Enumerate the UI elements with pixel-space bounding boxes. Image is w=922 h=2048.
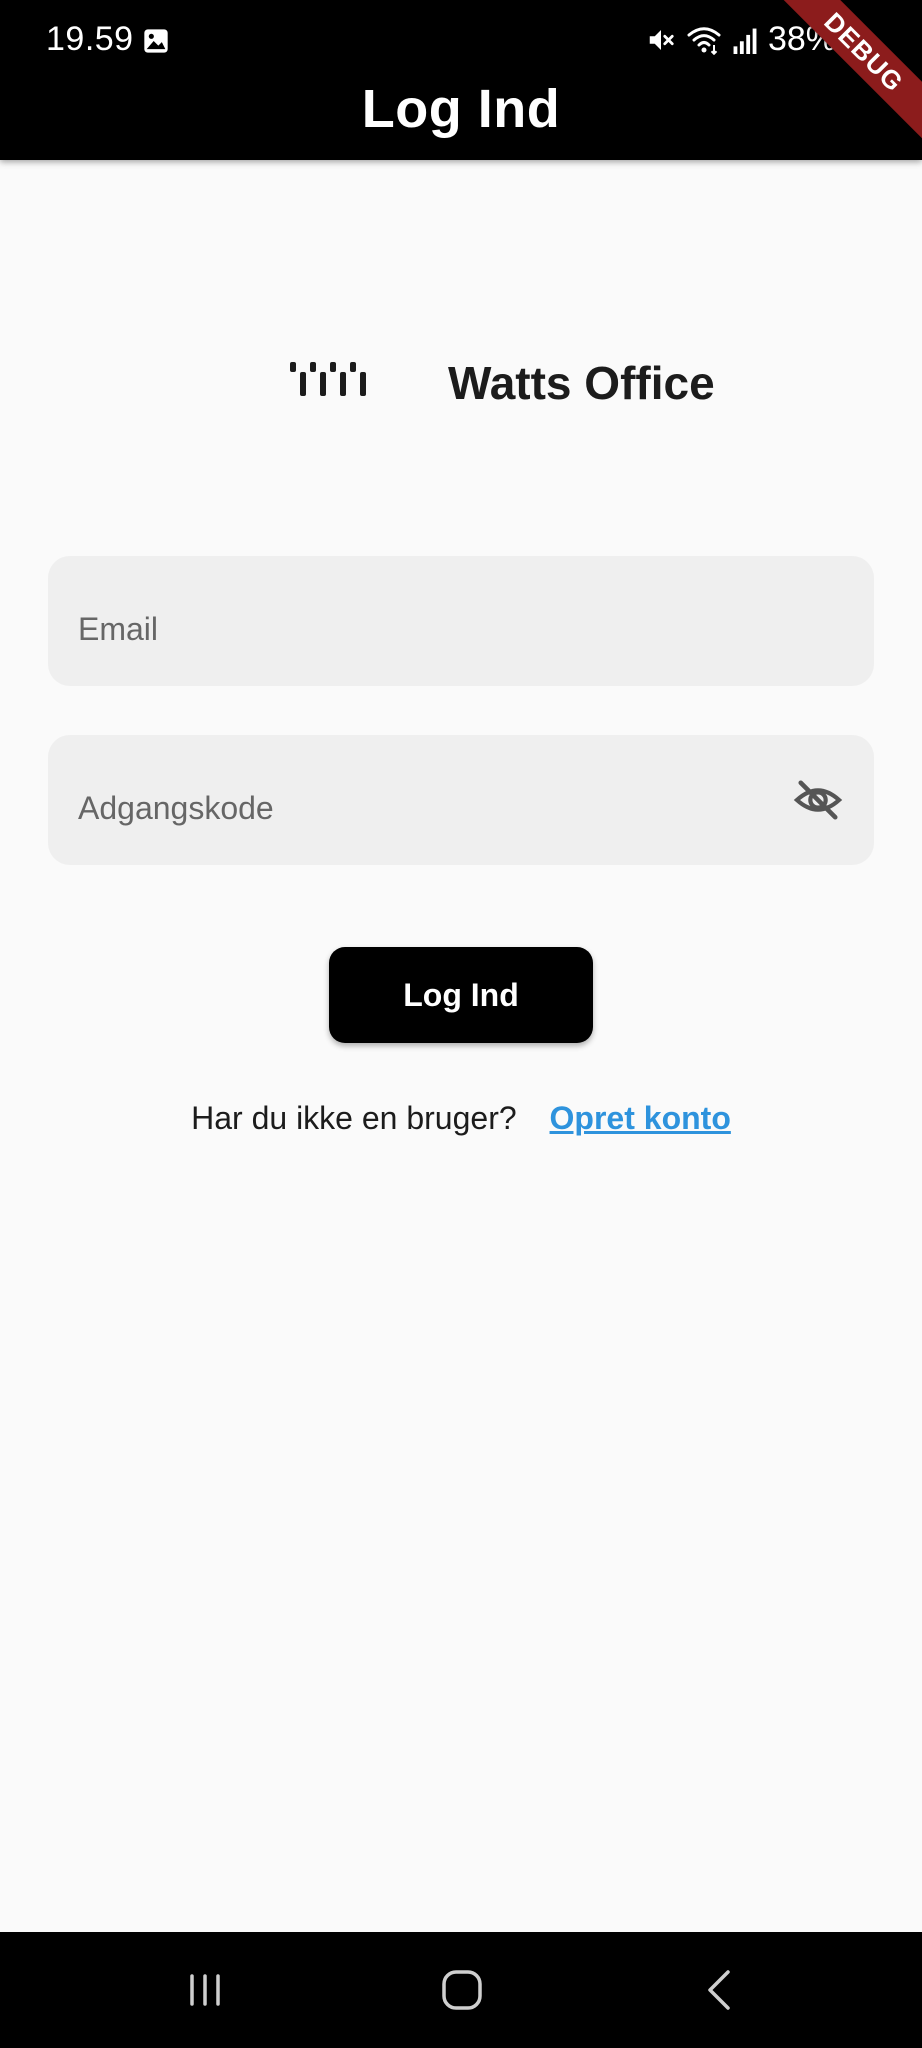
status-indicators: 38% bbox=[646, 20, 836, 59]
email-field[interactable] bbox=[78, 604, 764, 654]
login-button[interactable]: Log Ind bbox=[329, 947, 593, 1043]
email-field-container bbox=[48, 556, 874, 686]
signal-icon bbox=[733, 28, 757, 54]
visibility-off-icon[interactable] bbox=[792, 777, 844, 823]
home-icon[interactable] bbox=[432, 1960, 492, 2020]
watts-logo-icon bbox=[290, 362, 366, 396]
gallery-icon bbox=[144, 29, 168, 53]
back-icon[interactable] bbox=[690, 1960, 750, 2020]
login-screen: 19.59 38% Log Ind DEBUG Watts Office Ema… bbox=[0, 0, 922, 2048]
page-title: Log Ind bbox=[361, 79, 561, 139]
signup-prompt-row: Har du ikke en bruger? Opret konto bbox=[0, 1100, 922, 1137]
app-header: 19.59 38% Log Ind DEBUG bbox=[0, 0, 922, 160]
password-field[interactable] bbox=[78, 783, 764, 833]
brand-logo: Watts Office bbox=[0, 350, 922, 420]
system-nav-bar bbox=[0, 1932, 922, 2048]
brand-name: Watts Office bbox=[448, 357, 715, 409]
wifi-icon bbox=[687, 26, 721, 55]
password-field-container bbox=[48, 735, 874, 865]
mute-icon bbox=[649, 29, 674, 50]
create-account-link[interactable]: Opret konto bbox=[550, 1100, 731, 1136]
status-time: 19.59 bbox=[46, 20, 134, 58]
signup-prompt-text: Har du ikke en bruger? bbox=[191, 1100, 517, 1136]
recents-icon[interactable] bbox=[175, 1960, 235, 2020]
